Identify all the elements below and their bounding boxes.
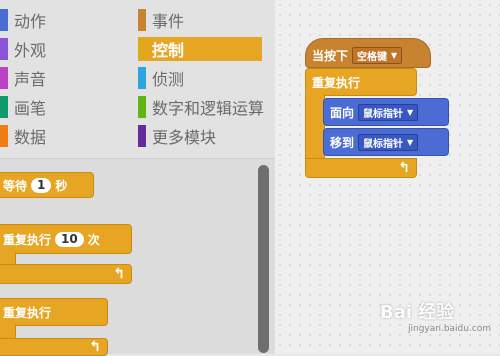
- when-key-pressed-block[interactable]: 当按下 空格键 ▼: [305, 38, 431, 68]
- palette-scrollbar[interactable]: [258, 165, 269, 353]
- script-forever-block[interactable]: 重复执行: [305, 68, 417, 96]
- category-label: 外观: [14, 41, 47, 60]
- dropdown-arrow-icon: ▼: [407, 137, 414, 147]
- category-label: 数字和逻辑运算: [152, 99, 265, 118]
- repeat-block-bottom: ↰: [0, 264, 132, 284]
- category-color-bar: [0, 9, 8, 31]
- repeat-label: 重复执行: [3, 232, 52, 247]
- category-color-bar: [138, 9, 146, 31]
- dropdown-arrow-icon: ▼: [407, 107, 414, 117]
- script-forever-bottom: ↰: [305, 158, 417, 178]
- category-pen[interactable]: 画笔: [0, 95, 130, 119]
- category-color-bar: [0, 67, 8, 89]
- category-sound[interactable]: 声音: [0, 66, 130, 90]
- category-label: 声音: [14, 70, 47, 89]
- category-label: 控制: [152, 41, 185, 60]
- go-to-target-dropdown[interactable]: 鼠标指针 ▼: [358, 133, 419, 151]
- category-operators[interactable]: 数字和逻辑运算: [138, 95, 273, 119]
- watermark: Bai 经验 jingyan.baidu.com: [380, 298, 491, 334]
- wait-label: 等待: [3, 178, 28, 193]
- repeat-count-input[interactable]: 10: [55, 231, 84, 247]
- loop-arrow-icon: ↰: [113, 266, 125, 282]
- category-color-bar: [0, 125, 8, 147]
- when-key-pressed-label: 当按下: [312, 48, 349, 63]
- category-color-bar: [0, 38, 8, 60]
- category-looks[interactable]: 外观: [0, 37, 130, 61]
- category-sensing[interactable]: 侦测: [138, 66, 268, 90]
- forever-block[interactable]: 重复执行: [0, 298, 108, 326]
- wait-seconds-input[interactable]: 1: [31, 177, 52, 193]
- script-forever-label: 重复执行: [312, 75, 361, 90]
- category-color-bar: [138, 38, 146, 60]
- category-panel: 动作 外观 声音 画笔 数据 事件 控制 侦测 数字和逻辑运算 更多模块: [0, 0, 275, 158]
- go-to-target-value: 鼠标指针: [363, 138, 404, 150]
- category-color-bar: [0, 96, 8, 118]
- category-color-bar: [138, 67, 146, 89]
- wait-unit: 秒: [55, 178, 68, 193]
- category-more-blocks[interactable]: 更多模块: [138, 124, 268, 148]
- key-dropdown[interactable]: 空格键 ▼: [352, 46, 403, 64]
- watermark-subtext: jingyan.baidu.com: [408, 324, 492, 334]
- go-to-label: 移到: [330, 135, 355, 150]
- wait-block[interactable]: 等待 1 秒: [0, 172, 94, 198]
- category-label: 更多模块: [152, 128, 217, 147]
- watermark-text: Bai 经验: [380, 302, 455, 323]
- point-target-value: 鼠标指针: [363, 108, 404, 120]
- point-towards-block[interactable]: 面向 鼠标指针 ▼: [323, 98, 449, 126]
- category-label: 画笔: [14, 99, 47, 118]
- category-label: 动作: [14, 12, 47, 31]
- forever-block-bottom: ↰: [0, 338, 108, 356]
- key-dropdown-value: 空格键: [357, 51, 388, 63]
- category-control[interactable]: 控制: [138, 37, 262, 61]
- category-label: 事件: [152, 12, 185, 31]
- category-events[interactable]: 事件: [138, 8, 268, 32]
- forever-label: 重复执行: [3, 305, 52, 320]
- dropdown-arrow-icon: ▼: [391, 50, 398, 60]
- category-label: 数据: [14, 128, 47, 147]
- category-color-bar: [138, 125, 146, 147]
- point-target-dropdown[interactable]: 鼠标指针 ▼: [358, 103, 419, 121]
- loop-arrow-icon: ↰: [398, 160, 410, 176]
- category-label: 侦测: [152, 70, 185, 89]
- repeat-block[interactable]: 重复执行 10 次: [0, 224, 132, 254]
- category-motion[interactable]: 动作: [0, 8, 130, 32]
- point-towards-label: 面向: [330, 105, 355, 120]
- category-data[interactable]: 数据: [0, 124, 130, 148]
- script-forever-arm: [305, 94, 325, 158]
- go-to-block[interactable]: 移到 鼠标指针 ▼: [323, 128, 449, 156]
- category-color-bar: [138, 96, 146, 118]
- repeat-unit: 次: [87, 232, 100, 247]
